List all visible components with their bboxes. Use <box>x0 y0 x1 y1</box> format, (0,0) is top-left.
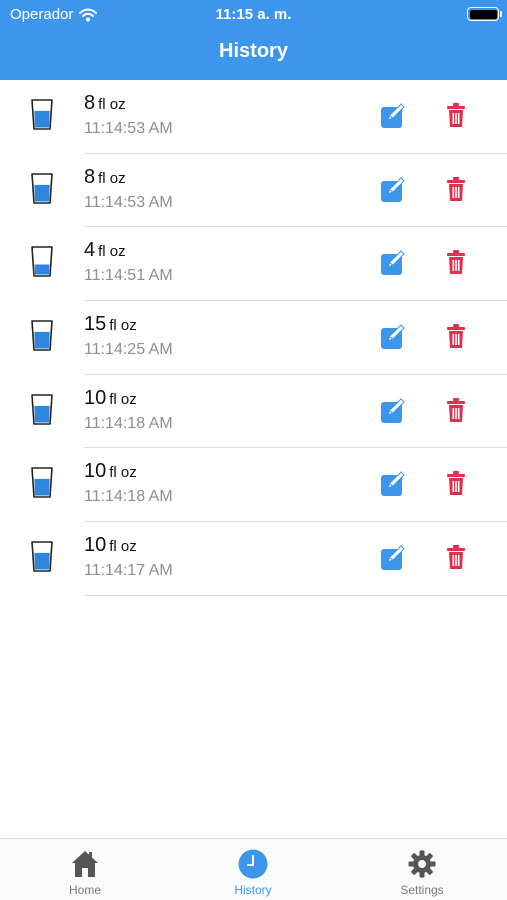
amount-unit: fl oz <box>98 243 126 261</box>
home-icon <box>70 849 100 879</box>
entry-time: 11:14:17 AM <box>84 562 173 580</box>
trash-icon[interactable] <box>446 470 466 496</box>
amount-value: 4 <box>84 239 96 262</box>
water-glass-icon <box>31 393 53 425</box>
edit-button[interactable] <box>381 470 407 497</box>
amount-value: 10 <box>84 534 107 557</box>
amount-unit: fl oz <box>109 390 137 408</box>
trash-icon[interactable] <box>446 397 466 423</box>
entry-time: 11:14:51 AM <box>84 267 173 285</box>
gear-icon <box>407 849 437 879</box>
edit-button[interactable] <box>381 102 407 128</box>
history-row: 4 fl oz 11:14:51 AM <box>0 227 507 302</box>
amount-value: 15 <box>84 313 107 336</box>
amount-label: 10 fl oz <box>84 387 137 410</box>
amount-label: 10 fl oz <box>84 460 137 483</box>
entry-time: 11:14:53 AM <box>84 193 173 211</box>
water-glass-icon <box>31 246 53 278</box>
app-header: Operador 11:15 a. m. History <box>0 0 507 80</box>
amount-label: 8 fl oz <box>84 166 126 189</box>
history-row: 10 fl oz 11:14:18 AM <box>0 375 507 449</box>
page-title: History <box>219 40 288 62</box>
water-glass-icon <box>31 172 53 204</box>
entry-time: 11:14:18 AM <box>84 488 173 506</box>
amount-value: 10 <box>84 460 107 483</box>
edit-button[interactable] <box>381 176 407 202</box>
status-bar: Operador 11:15 a. m. <box>0 0 507 30</box>
status-time: 11:15 a. m. <box>215 6 292 23</box>
row-divider <box>84 594 507 596</box>
tab-label: Settings <box>400 883 444 897</box>
tab-settings[interactable]: Settings <box>362 839 482 900</box>
trash-icon[interactable] <box>446 323 466 349</box>
entry-time: 11:14:18 AM <box>84 414 173 432</box>
history-row: 10 fl oz 11:14:18 AM <box>0 448 507 523</box>
amount-label: 10 fl oz <box>84 534 137 557</box>
trash-icon[interactable] <box>446 249 466 275</box>
amount-unit: fl oz <box>109 317 137 335</box>
clock-icon <box>238 849 268 879</box>
amount-unit: fl oz <box>109 464 137 482</box>
history-row: 15 fl oz 11:14:25 AM <box>0 301 507 375</box>
edit-button[interactable] <box>381 544 407 571</box>
entry-time: 11:14:53 AM <box>84 120 173 137</box>
amount-value: 8 <box>84 92 96 114</box>
amount-unit: fl oz <box>98 169 126 187</box>
history-row: 10 fl oz 11:14:17 AM <box>0 522 507 596</box>
battery-icon <box>467 7 502 21</box>
trash-icon[interactable] <box>446 544 466 570</box>
water-glass-icon <box>31 320 53 351</box>
tab-history[interactable]: History <box>193 839 313 900</box>
amount-value: 10 <box>84 386 107 409</box>
tab-label: Home <box>68 883 101 897</box>
trash-icon[interactable] <box>446 176 466 202</box>
amount-unit: fl oz <box>109 538 137 556</box>
tab-label: History <box>234 883 272 897</box>
amount-label: 4 fl oz <box>84 239 126 262</box>
trash-icon[interactable] <box>446 102 466 128</box>
amount-label: 8 fl oz <box>84 92 126 115</box>
edit-button[interactable] <box>381 249 407 276</box>
tab-home[interactable]: Home <box>25 839 145 900</box>
amount-unit: fl oz <box>98 96 126 113</box>
history-list: 8fl oz 11:14:53 AM 8fl oz 11:14:53 AM <box>0 80 507 596</box>
amount-label: 15 fl oz <box>84 313 137 336</box>
water-glass-icon <box>31 99 53 130</box>
water-glass-icon <box>31 541 53 572</box>
tab-bar: Home History Settings <box>0 838 507 900</box>
water-glass-icon <box>31 467 53 499</box>
history-row: 8 fl oz 11:14:53 AM <box>0 80 507 154</box>
edit-button[interactable] <box>381 397 407 423</box>
entry-time: 11:14:25 AM <box>84 341 173 359</box>
history-row: 8 fl oz 11:14:53 AM <box>0 154 507 228</box>
edit-button[interactable] <box>381 323 407 350</box>
amount-value: 8 <box>84 165 96 188</box>
